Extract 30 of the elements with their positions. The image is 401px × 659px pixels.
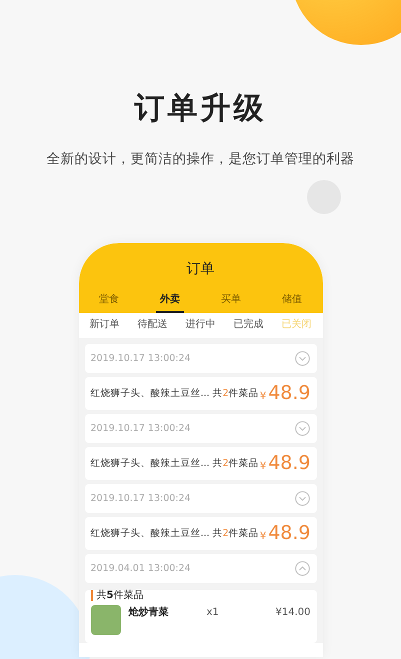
order-summary-row[interactable]: 红烧狮子头、酸辣土豆丝... 共2件菜品¥48.9	[84, 447, 316, 480]
dish-count: 共2件菜品	[212, 526, 259, 541]
tab[interactable]: 储值	[278, 292, 306, 314]
order-price: ¥48.9	[260, 384, 310, 404]
dish-name: 炝炒青菜	[128, 606, 170, 620]
dish-summary: 红烧狮子头、酸辣土豆丝...	[90, 456, 210, 471]
order-time: 2019.10.17 13:00:24	[90, 492, 191, 506]
dish-count: 共5件菜品	[90, 590, 310, 602]
order-time: 2019.10.17 13:00:24	[90, 352, 191, 366]
order-time: 2019.10.17 13:00:24	[90, 422, 191, 436]
dish-quantity: x1	[206, 606, 220, 620]
order-summary-row[interactable]: 红烧狮子头、酸辣土豆丝... 共2件菜品¥48.9	[84, 377, 316, 410]
status-tab[interactable]: 已完成	[234, 317, 264, 332]
order-summary-row[interactable]: 红烧狮子头、酸辣土豆丝... 共2件菜品¥48.9	[84, 517, 316, 550]
dish-count: 共2件菜品	[212, 456, 259, 471]
tab[interactable]: 买单	[217, 292, 245, 314]
tab[interactable]: 堂食	[95, 292, 123, 314]
tagline: 全新的设计，更简洁的操作，是您订单管理的利器	[46, 150, 356, 169]
status-tab[interactable]: 新订单	[90, 317, 120, 332]
dish-summary: 红烧狮子头、酸辣土豆丝...	[90, 386, 210, 401]
status-tab[interactable]: 进行中	[186, 317, 216, 332]
dish-price: ¥14.00	[276, 606, 310, 620]
headline: 订单升级	[133, 90, 268, 128]
dish-summary: 红烧狮子头、酸辣土豆丝...	[90, 526, 210, 541]
dish-count: 共2件菜品	[212, 386, 259, 401]
order-time: 2019.04.01 13:00:24	[90, 562, 191, 576]
order-price: ¥48.9	[260, 524, 310, 544]
order-price: ¥48.9	[260, 454, 310, 474]
screen-title: 订单	[186, 260, 216, 280]
status-tab[interactable]: 待配送	[138, 317, 168, 332]
